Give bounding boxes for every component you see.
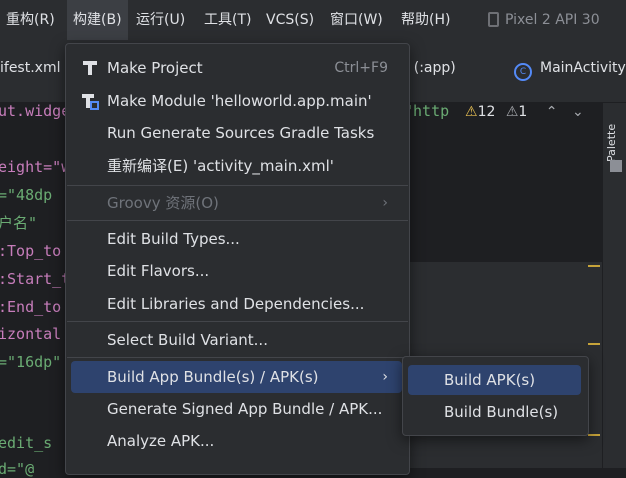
- menu-run-generate-sources-label: Run Generate Sources Gradle Tasks: [107, 124, 375, 142]
- menu-edit-build-types[interactable]: Edit Build Types...: [71, 223, 402, 255]
- code-line: ="16dp": [0, 353, 62, 371]
- menubar: 重构(R) 构建(B) 运行(U) 工具(T) VCS(S) 窗口(W) 帮助(…: [0, 0, 626, 40]
- device-selector[interactable]: Pixel 2 API 30: [488, 0, 600, 40]
- menu-edit-libraries[interactable]: Edit Libraries and Dependencies...: [71, 288, 402, 320]
- code-line: "http: [404, 102, 450, 120]
- code-line: :End_to: [0, 298, 62, 316]
- menu-window[interactable]: 窗口(W): [324, 0, 389, 40]
- warnings-count: 12: [477, 104, 496, 120]
- chevron-up-icon[interactable]: ⌃: [546, 104, 558, 120]
- menu-run-generate-sources[interactable]: Run Generate Sources Gradle Tasks: [71, 117, 402, 149]
- palette-icon: [610, 160, 622, 172]
- menu-edit-flavors-label: Edit Flavors...: [107, 262, 210, 280]
- weak-warning-icon: ⚠: [505, 104, 519, 120]
- warning-icon: ⚠: [465, 104, 478, 120]
- scroll-marker: [588, 265, 600, 267]
- menu-run[interactable]: 运行(U): [130, 0, 191, 40]
- menu-separator: [67, 185, 408, 186]
- menu-generate-signed-label: Generate Signed App Bundle / APK...: [107, 400, 383, 418]
- hammer-icon: [83, 61, 97, 75]
- tab-app[interactable]: s (:app): [402, 60, 456, 76]
- hammer-module-icon: [82, 94, 99, 110]
- code-line: ut.widge: [0, 102, 71, 120]
- palette-tab[interactable]: Palette: [605, 112, 618, 162]
- tab-manifest[interactable]: ifest.xml: [0, 60, 60, 76]
- class-icon: C: [514, 63, 532, 81]
- menu-groovy-resources: Groovy 资源(O) ›: [71, 187, 402, 219]
- menu-groovy-resources-label: Groovy 资源(O): [107, 194, 219, 212]
- menu-separator: [67, 357, 408, 358]
- menu-make-module[interactable]: Make Module 'helloworld.app.main': [71, 85, 402, 117]
- device-label: Pixel 2 API 30: [505, 12, 600, 28]
- code-line: eight="w: [0, 158, 71, 176]
- build-menu: Make Project Ctrl+F9 Make Module 'hellow…: [65, 43, 410, 475]
- chevron-right-icon: ›: [382, 195, 388, 211]
- menu-build[interactable]: 构建(B): [67, 0, 128, 40]
- menu-vcs[interactable]: VCS(S): [260, 0, 320, 40]
- inspection-widget[interactable]: ⚠12 ⚠1 ⌃ ⌄: [465, 104, 584, 120]
- menu-recompile[interactable]: 重新编译(E) 'activity_main.xml': [71, 150, 402, 182]
- code-line: :Top_to: [0, 242, 62, 260]
- menu-analyze-apk-label: Analyze APK...: [107, 432, 215, 450]
- menu-help[interactable]: 帮助(H): [395, 0, 456, 40]
- menu-edit-build-types-label: Edit Build Types...: [107, 230, 240, 248]
- code-line: :Start_t: [0, 270, 71, 288]
- submenu-build-apk-label: Build APK(s): [444, 371, 536, 389]
- code-line: d="@: [0, 460, 35, 478]
- menu-edit-flavors[interactable]: Edit Flavors...: [71, 255, 402, 287]
- menu-recompile-label: 重新编译(E) 'activity_main.xml': [107, 157, 334, 175]
- chevron-right-icon: ›: [382, 369, 388, 385]
- phone-icon: [488, 12, 499, 27]
- code-line: ="48dp: [0, 186, 53, 204]
- menu-make-project[interactable]: Make Project Ctrl+F9: [71, 52, 402, 84]
- build-submenu: Build APK(s) Build Bundle(s): [402, 356, 589, 436]
- menu-build-bundle-apk[interactable]: Build App Bundle(s) / APK(s) ›: [71, 361, 402, 393]
- menu-separator: [67, 321, 408, 322]
- submenu-build-bundle[interactable]: Build Bundle(s): [408, 397, 581, 427]
- menu-build-bundle-apk-label: Build App Bundle(s) / APK(s): [107, 368, 319, 386]
- code-line: izontal: [0, 325, 62, 343]
- menu-edit-libraries-label: Edit Libraries and Dependencies...: [107, 295, 365, 313]
- menu-make-project-shortcut: Ctrl+F9: [334, 60, 388, 76]
- menu-generate-signed[interactable]: Generate Signed App Bundle / APK...: [71, 393, 402, 425]
- menu-tools[interactable]: 工具(T): [198, 0, 257, 40]
- menu-separator: [67, 220, 408, 221]
- menu-analyze-apk[interactable]: Analyze APK...: [71, 425, 402, 457]
- scroll-marker: [588, 434, 600, 436]
- tab-main-activity[interactable]: C MainActivity: [514, 60, 626, 81]
- menu-select-build-variant-label: Select Build Variant...: [107, 331, 268, 349]
- submenu-build-bundle-label: Build Bundle(s): [444, 403, 559, 421]
- weak-warnings-count: 1: [518, 104, 528, 120]
- menu-select-build-variant[interactable]: Select Build Variant...: [71, 324, 402, 356]
- code-line: 户名": [0, 214, 38, 232]
- code-line: edit_s: [0, 434, 53, 452]
- menu-refactor[interactable]: 重构(R): [0, 0, 61, 40]
- submenu-build-apk[interactable]: Build APK(s): [408, 365, 581, 395]
- scroll-marker: [588, 343, 600, 345]
- menu-make-module-label: Make Module 'helloworld.app.main': [107, 92, 372, 110]
- chevron-down-icon[interactable]: ⌄: [572, 104, 584, 120]
- tab-main-activity-label: MainActivity: [540, 60, 626, 76]
- menu-make-project-label: Make Project: [107, 59, 203, 77]
